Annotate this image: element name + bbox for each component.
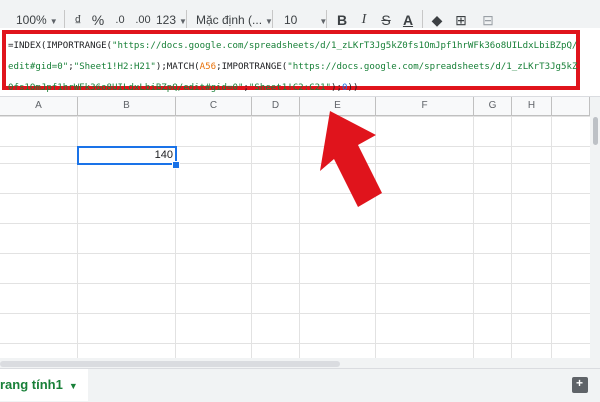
scrollbar-thumb[interactable] — [0, 361, 340, 367]
column-header-a[interactable]: A — [0, 97, 78, 115]
selected-cell[interactable] — [77, 146, 177, 165]
font-size-label: 10 — [284, 13, 298, 27]
formula-token: );MATCH( — [155, 62, 200, 72]
arrow-icon — [320, 111, 382, 207]
column-header-h[interactable]: H — [512, 97, 552, 115]
grid-line — [0, 223, 590, 224]
formula-token: "Sheet1!C2:C21" — [248, 83, 332, 93]
formula-token: ); — [331, 83, 342, 93]
toolbar-divider — [186, 10, 187, 30]
formula-token: ;IMPORTRANGE( — [216, 62, 288, 72]
chevron-down-icon: ▼ — [49, 17, 58, 26]
formula-token: "Sheet1!H2:H21" — [73, 62, 156, 72]
formula-text[interactable]: =INDEX(IMPORTRANGE("https://docs.google.… — [8, 36, 578, 99]
column-header-f[interactable]: F — [376, 97, 474, 115]
column-header-i[interactable] — [552, 97, 590, 115]
number-format-label: 123 — [156, 13, 177, 27]
grid-line — [0, 253, 590, 254]
toolbar-divider — [326, 10, 327, 30]
sheet-bar: rang tính1 ▼ — [0, 368, 600, 401]
formula-token: =INDEX(IMPORTRANGE( — [8, 41, 113, 51]
formula-bar[interactable]: =INDEX(IMPORTRANGE("https://docs.google.… — [0, 28, 600, 97]
grid-line — [551, 116, 552, 358]
sheet-tab-label: rang tính1 — [0, 377, 63, 392]
grid-line — [0, 343, 590, 344]
toolbar-divider — [272, 10, 273, 30]
grid-line — [511, 116, 512, 358]
vertical-scrollbar[interactable] — [590, 97, 600, 359]
toolbar-divider — [64, 10, 65, 30]
column-header-b[interactable]: B — [78, 97, 176, 115]
zoom-value: 100% — [16, 13, 47, 27]
fill-handle[interactable] — [172, 161, 180, 169]
explore-icon[interactable] — [572, 376, 588, 393]
grid-line — [0, 313, 590, 314]
chevron-down-icon[interactable]: ▼ — [69, 381, 78, 391]
column-header-c[interactable]: C — [176, 97, 252, 115]
horizontal-scrollbar[interactable] — [0, 358, 590, 368]
toolbar-divider — [422, 10, 423, 30]
grid-line — [0, 283, 590, 284]
sheet-tab[interactable]: rang tính1 ▼ — [0, 369, 88, 401]
column-header-g[interactable]: G — [474, 97, 512, 115]
font-family-label: Mặc định (... — [196, 13, 263, 27]
grid-line — [251, 116, 252, 358]
scrollbar-thumb[interactable] — [593, 117, 598, 145]
formula-token: A56 — [199, 62, 217, 72]
grid-line — [473, 116, 474, 358]
formula-token: )) — [347, 83, 359, 93]
